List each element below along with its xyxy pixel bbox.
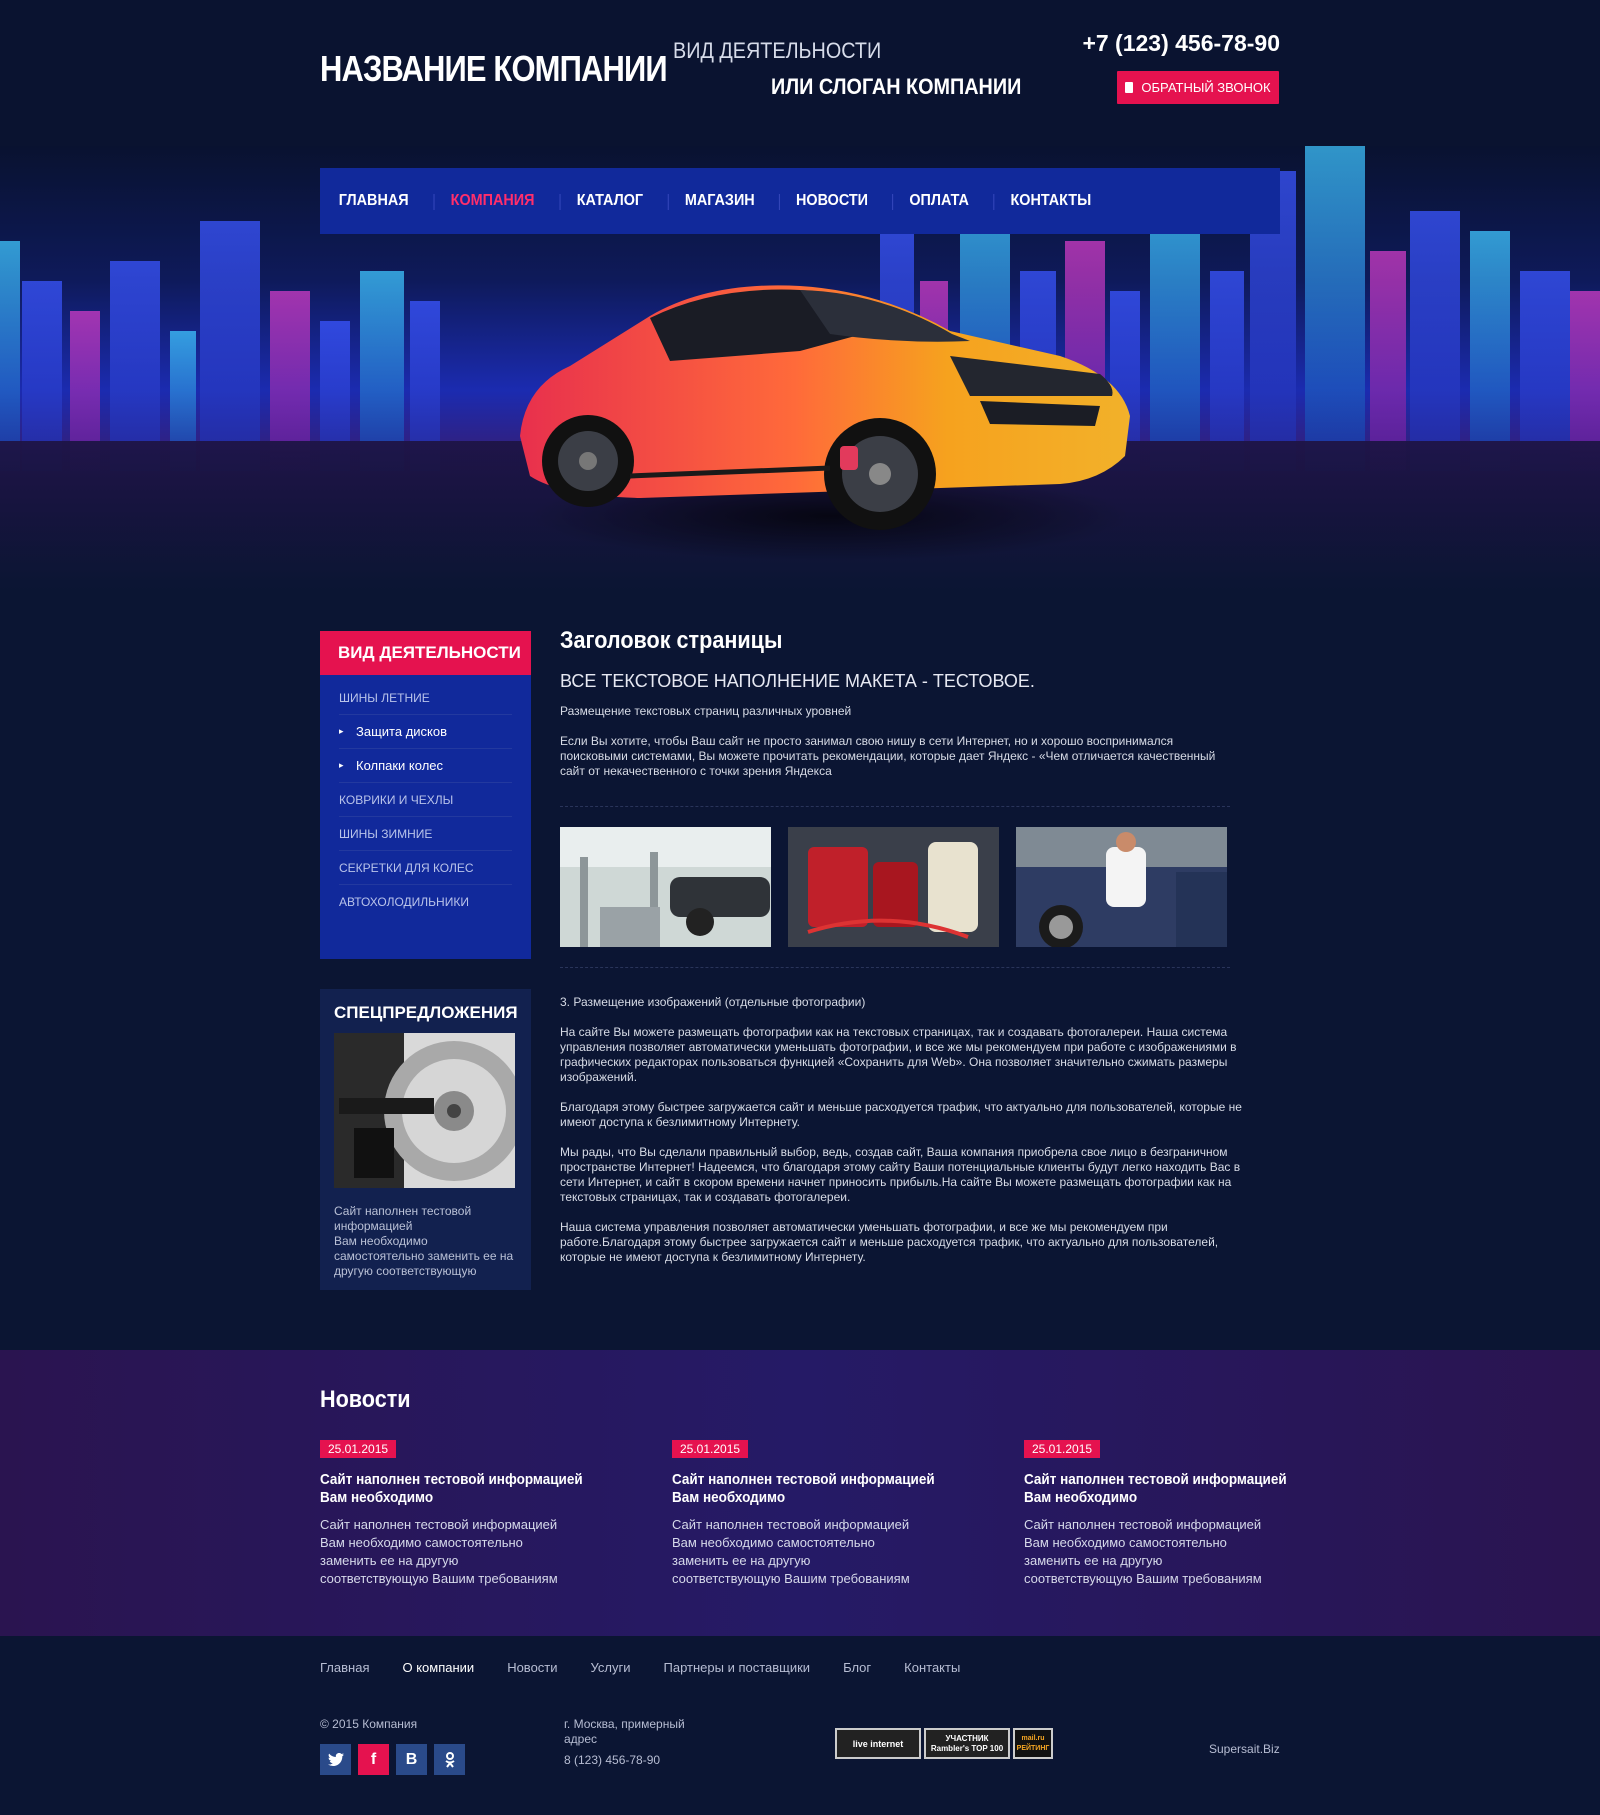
- news-date-badge: 25.01.2015: [1024, 1440, 1101, 1458]
- news-headline-link[interactable]: Сайт наполнен тестовой информацией Вам н…: [1024, 1471, 1294, 1507]
- divider: [560, 806, 1230, 807]
- news-item: 25.01.2015 Сайт наполнен тестовой информ…: [320, 1440, 590, 1588]
- page-subtitle: ВСЕ ТЕКСТОВОЕ НАПОЛНЕНИЕ МАКЕТА - ТЕСТОВ…: [560, 671, 1035, 691]
- sidebar-item-car-fridges[interactable]: АВТОХОЛОДИЛЬНИКИ: [339, 885, 512, 919]
- news-text: Сайт наполнен тестовой информацией Вам н…: [672, 1517, 910, 1586]
- sidebar-item-rim-protection[interactable]: Защита дисков: [339, 715, 512, 749]
- paragraph-4: Мы рады, что Вы сделали правильный выбор…: [560, 1145, 1241, 1204]
- counters: live internet УЧАСТНИК Rambler's TOP 100…: [835, 1728, 1053, 1759]
- twitter-icon[interactable]: [320, 1744, 351, 1775]
- paragraph-5: Наша система управления позволяет автома…: [560, 1220, 1219, 1264]
- gallery-photo-car-polishing[interactable]: [1016, 827, 1227, 947]
- skyline-building: [1150, 211, 1200, 471]
- nav-item-shop[interactable]: МАГАЗИН: [667, 192, 769, 210]
- sidebar-item-mats-covers[interactable]: КОВРИКИ И ЧЕХЛЫ: [339, 783, 512, 817]
- nav-item-catalog[interactable]: КАТАЛОГ: [559, 192, 658, 210]
- gallery-photo-canisters[interactable]: [788, 827, 999, 947]
- hero-banner: ГЛАВНАЯ КОМПАНИЯ КАТАЛОГ МАГАЗИН НОВОСТИ…: [0, 146, 1600, 591]
- footer-nav-blog[interactable]: Блог: [843, 1660, 871, 1675]
- sports-car-image: [520, 285, 1130, 561]
- footer-address: г. Москва, примерный адрес: [564, 1717, 685, 1746]
- sidebar-menu-title: ВИД ДЕЯТЕЛЬНОСТИ: [320, 631, 531, 675]
- skyline-building: [110, 261, 160, 471]
- news-title: Новости: [320, 1386, 411, 1413]
- paragraph-2: На сайте Вы можете размещать фотографии …: [560, 1025, 1237, 1084]
- paragraph-1: Если Вы хотите, чтобы Ваш сайт не просто…: [560, 734, 1216, 778]
- news-item: 25.01.2015 Сайт наполнен тестовой информ…: [1024, 1440, 1294, 1588]
- news-item: 25.01.2015 Сайт наполнен тестовой информ…: [672, 1440, 942, 1588]
- nav-item-contacts[interactable]: КОНТАКТЫ: [993, 192, 1107, 210]
- special-offers-text-line-2: Вам необходимо самостоятельно заменить е…: [334, 1234, 514, 1278]
- intro-text: Размещение текстовых страниц различных у…: [560, 704, 852, 718]
- news-text: Сайт наполнен тестовой информацией Вам н…: [1024, 1517, 1262, 1586]
- nav-item-payment[interactable]: ОПЛАТА: [892, 192, 984, 210]
- special-offers-box: СПЕЦПРЕДЛОЖЕНИЯ Сайт наполнен тестовой и…: [320, 989, 531, 1290]
- news-section: Новости 25.01.2015 Сайт наполнен тестово…: [0, 1350, 1600, 1636]
- news-text: Сайт наполнен тестовой информацией Вам н…: [320, 1517, 558, 1586]
- nav-item-company[interactable]: КОМПАНИЯ: [433, 192, 549, 210]
- footer-phone: 8 (123) 456-78-90: [564, 1753, 661, 1767]
- wheel-balancer-image[interactable]: [334, 1033, 524, 1188]
- skyline-building: [1305, 146, 1365, 471]
- sidebar-item-wheel-locks[interactable]: СЕКРЕТКИ ДЛЯ КОЛЕС: [339, 851, 512, 885]
- site-footer: Главная О компании Новости Услуги Партне…: [0, 1636, 1600, 1815]
- sidebar-item-hubcaps[interactable]: Колпаки колес: [339, 749, 512, 783]
- phone-icon: [1125, 82, 1134, 93]
- divider: [560, 967, 1230, 968]
- footer-nav-home[interactable]: Главная: [320, 1660, 369, 1675]
- sidebar-item-winter-tires[interactable]: ШИНЫ ЗИМНИЕ: [339, 817, 512, 851]
- news-date-badge: 25.01.2015: [672, 1440, 749, 1458]
- tagline-line-1: ВИД ДЕЯТЕЛЬНОСТИ: [673, 38, 882, 63]
- page-title: Заголовок страницы: [560, 627, 783, 654]
- paragraph-3: Благодаря этому быстрее загружается сайт…: [560, 1100, 1242, 1129]
- facebook-icon[interactable]: f: [358, 1744, 389, 1775]
- footer-nav-partners[interactable]: Партнеры и поставщики: [664, 1660, 811, 1675]
- vk-icon[interactable]: B: [396, 1744, 427, 1775]
- odnoklassniki-icon[interactable]: [434, 1744, 465, 1775]
- footer-nav: Главная О компании Новости Услуги Партне…: [320, 1660, 960, 1675]
- sidebar-item-summer-tires[interactable]: ШИНЫ ЛЕТНИЕ: [339, 681, 512, 715]
- news-headline-link[interactable]: Сайт наполнен тестовой информацией Вам н…: [672, 1471, 942, 1507]
- footer-nav-news[interactable]: Новости: [507, 1660, 557, 1675]
- skyline-building: [1470, 231, 1510, 471]
- footer-nav-contacts[interactable]: Контакты: [904, 1660, 960, 1675]
- special-offers-text-line-1: Сайт наполнен тестовой информацией: [334, 1204, 472, 1233]
- mailru-counter[interactable]: mail.ru РЕЙТИНГ: [1013, 1728, 1053, 1759]
- news-headline-link[interactable]: Сайт наполнен тестовой информацией Вам н…: [320, 1471, 590, 1507]
- nav-item-home[interactable]: ГЛАВНАЯ: [339, 192, 424, 210]
- main-nav: ГЛАВНАЯ КОМПАНИЯ КАТАЛОГ МАГАЗИН НОВОСТИ…: [320, 168, 1280, 234]
- skyline-building: [1410, 211, 1460, 471]
- liveinternet-counter[interactable]: live internet: [835, 1728, 921, 1759]
- developer-link[interactable]: Supersait.Biz: [1209, 1742, 1280, 1756]
- social-links: f B: [320, 1744, 465, 1775]
- company-logo[interactable]: НАЗВАНИЕ КОМПАНИИ: [320, 48, 668, 90]
- skyline-building: [0, 241, 20, 471]
- footer-nav-services[interactable]: Услуги: [591, 1660, 631, 1675]
- copyright: © 2015 Компания: [320, 1717, 418, 1731]
- skyline-building: [1370, 251, 1406, 471]
- special-offers-title: СПЕЦПРЕДЛОЖЕНИЯ: [334, 1003, 518, 1022]
- gallery-photo-garage[interactable]: [560, 827, 771, 947]
- nav-item-news[interactable]: НОВОСТИ: [779, 192, 884, 210]
- main-content: Заголовок страницы ВСЕ ТЕКСТОВОЕ НАПОЛНЕ…: [560, 627, 1260, 1265]
- photo-gallery: [560, 827, 1260, 947]
- footer-nav-about[interactable]: О компании: [402, 1660, 474, 1675]
- tagline-line-2: ИЛИ СЛОГАН КОМПАНИИ: [771, 74, 1022, 99]
- skyline-building: [200, 221, 260, 471]
- header-phone: +7 (123) 456-78-90: [1082, 30, 1280, 56]
- news-date-badge: 25.01.2015: [320, 1440, 397, 1458]
- callback-button[interactable]: ОБРАТНЫЙ ЗВОНОК: [1117, 71, 1279, 104]
- special-offers-text: Сайт наполнен тестовой информацией Вам н…: [334, 1204, 517, 1279]
- rambler-counter[interactable]: УЧАСТНИК Rambler's TOP 100: [924, 1728, 1010, 1759]
- section-heading: 3. Размещение изображений (отдельные фот…: [560, 995, 866, 1009]
- sidebar-menu: ВИД ДЕЯТЕЛЬНОСТИ ШИНЫ ЛЕТНИЕ Защита диск…: [320, 631, 531, 959]
- callback-button-label: ОБРАТНЫЙ ЗВОНОК: [1141, 80, 1271, 95]
- site-header: НАЗВАНИЕ КОМПАНИИ ВИД ДЕЯТЕЛЬНОСТИ ИЛИ С…: [0, 0, 1600, 146]
